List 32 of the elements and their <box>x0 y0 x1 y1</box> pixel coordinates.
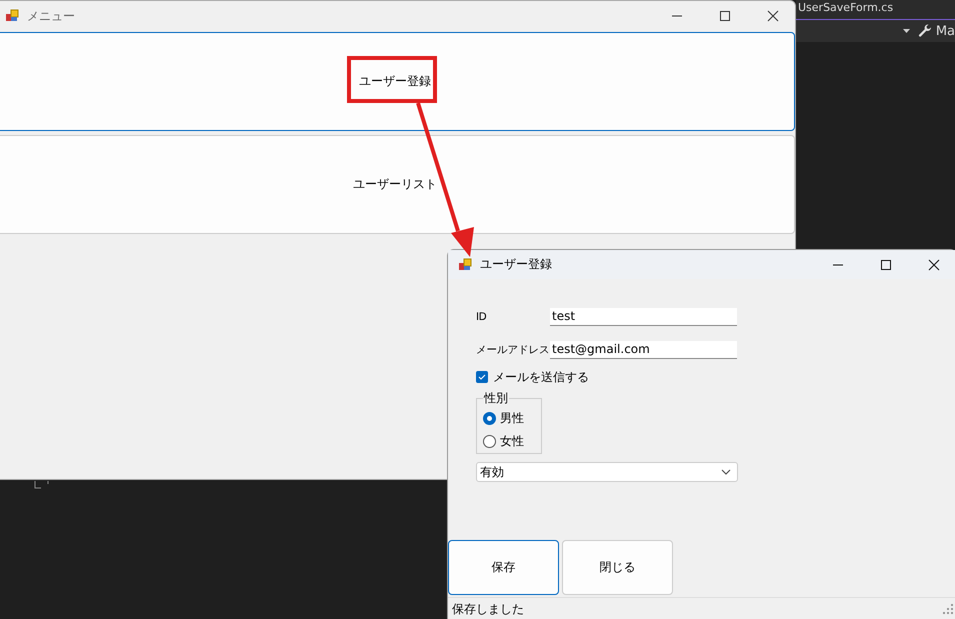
checkbox-label: メールを送信する <box>493 368 589 386</box>
wrench-icon[interactable] <box>918 24 932 38</box>
close-icon[interactable] <box>928 258 940 270</box>
field-label: メールアドレス <box>476 342 550 356</box>
close-icon[interactable] <box>767 10 779 22</box>
chevron-down-icon <box>721 469 731 475</box>
window-title: メニュー <box>27 8 75 24</box>
window-title: ユーザー登録 <box>480 256 552 273</box>
dropdown[interactable]: 有効 <box>476 462 738 482</box>
check-icon <box>478 373 486 381</box>
checkbox[interactable] <box>476 371 488 383</box>
radio-label: 男性 <box>500 410 524 427</box>
dropdown-arrow-icon[interactable] <box>902 29 910 33</box>
menu-button[interactable]: ユーザーリスト <box>0 135 795 234</box>
app-icon <box>458 258 472 272</box>
input-field[interactable]: test@gmail.com <box>550 340 737 358</box>
radio-button[interactable] <box>483 412 496 425</box>
maximize-icon[interactable] <box>880 258 892 270</box>
radio-label: 女性 <box>500 433 524 450</box>
bracket-mark-icon <box>34 481 50 489</box>
radio-button[interactable] <box>483 435 496 448</box>
maximize-icon[interactable] <box>719 10 731 22</box>
field-label: ID <box>476 310 488 322</box>
dialog-button[interactable]: 保存 <box>448 540 559 595</box>
toolbar-label: Ma <box>936 24 955 38</box>
status-text: 保存しました <box>452 600 524 618</box>
dialog-button[interactable]: 閉じる <box>562 540 673 595</box>
app-icon <box>5 9 19 23</box>
input-field[interactable]: test <box>550 308 737 326</box>
menu-button[interactable]: ユーザー登録 <box>0 32 795 131</box>
resize-grip-icon[interactable] <box>943 604 953 614</box>
group-title: 性別 <box>483 390 509 407</box>
